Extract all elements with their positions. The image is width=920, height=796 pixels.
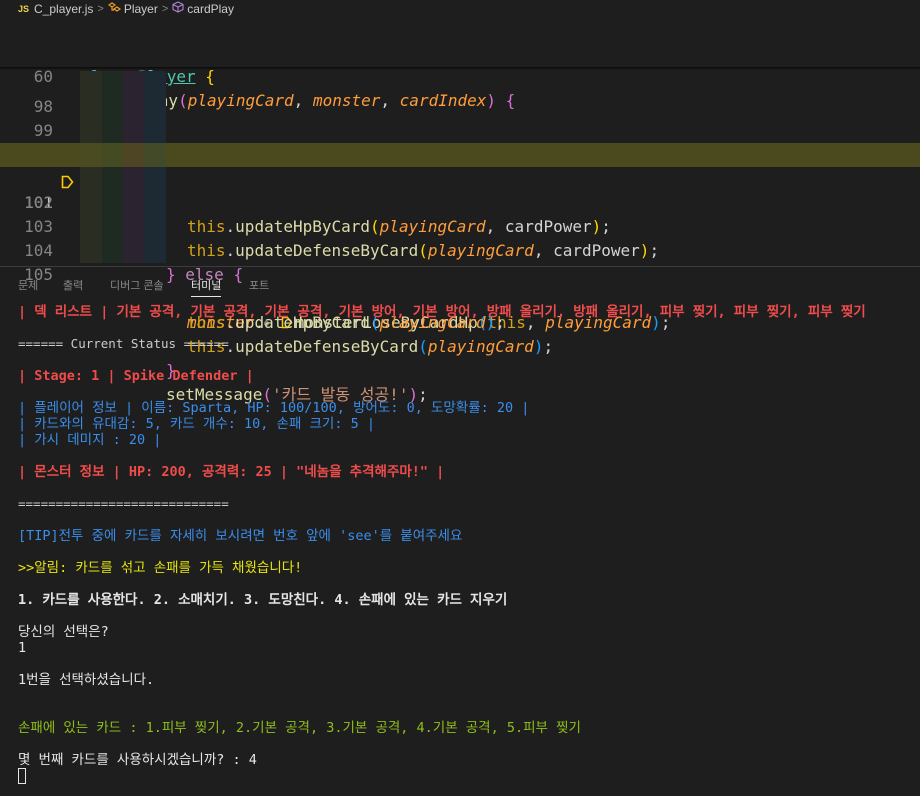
chevron-right-icon: >: [161, 2, 169, 15]
code-editor[interactable]: 6 class Player { 60 cardPlay(playingCard…: [0, 17, 920, 404]
indent-band: [102, 143, 123, 167]
code-line[interactable]: 104 }: [0, 215, 920, 380]
indent-band: [80, 119, 102, 143]
tab-terminal[interactable]: 터미널: [191, 277, 222, 297]
indent-band: [144, 95, 166, 119]
indent-band: [102, 215, 123, 239]
indent-band: [123, 215, 144, 239]
indent-band: [102, 95, 123, 119]
breadcrumb: JS C_player.js > Player > cardPlay: [0, 0, 920, 17]
panel-tabs: 문제 출력 디버그 콘솔 터미널 포트: [0, 266, 920, 297]
indent-band: [102, 239, 123, 263]
indent-band: [102, 119, 123, 143]
indent-band: [144, 71, 166, 95]
indent-band: [80, 143, 102, 167]
sticky-line[interactable]: 6 class Player {: [0, 17, 920, 86]
choice-prompt: 당신의 선택은?: [18, 624, 109, 640]
deck-list: | 덱 리스트 | 기본 공격, 기본 공격, 기본 공격, 기본 방어, 기본…: [18, 304, 866, 320]
chevron-right-icon: >: [97, 2, 104, 15]
indent-band: [144, 119, 166, 143]
hand-cards: 손패에 있는 카드 : 1.피부 찢기, 2.기본 공격, 3.기본 공격, 4…: [18, 720, 581, 736]
indent-band: [123, 143, 144, 167]
monster-info: | 몬스터 정보 | HP: 200, 공격력: 25 | "네놈을 추격해주마…: [18, 464, 445, 480]
breadcrumb-method[interactable]: cardPlay: [187, 2, 234, 16]
indent-band: [123, 119, 144, 143]
indent-band: [123, 167, 144, 191]
card-prompt: 몇 번째 카드를 사용하시겠습니까? : 4: [18, 752, 257, 768]
sticky-shadow: [0, 67, 920, 70]
indent-band: [144, 239, 166, 263]
indent-band: [123, 239, 144, 263]
indent-band: [102, 191, 123, 215]
indent-band: [80, 71, 102, 95]
code-line[interactable]: 98 this.updateHpByCard(playingCard, card…: [0, 71, 920, 236]
indent-band: [80, 239, 102, 263]
code-line[interactable]: 100 } else {: [0, 119, 920, 284]
method-icon: [172, 1, 184, 16]
tab-debug-console[interactable]: 디버그 콘솔: [110, 277, 164, 293]
terminal[interactable]: | 덱 리스트 | 기본 공격, 기본 공격, 기본 공격, 기본 방어, 기본…: [0, 298, 920, 796]
indent-band: [123, 95, 144, 119]
status-header: ====== Current Status ======: [18, 336, 229, 351]
indent-band: [144, 191, 166, 215]
code-line[interactable]: 105 setMessage('카드 발동 성공!');: [0, 239, 920, 404]
indent-band: [80, 191, 102, 215]
player-info-1: | 플레이어 정보 | 이름: Sparta, HP: 100/100, 방어도…: [18, 400, 530, 416]
javascript-file-icon: JS: [18, 3, 30, 14]
tip-text: [TIP]전투 중에 카드를 자세히 보시려면 번호 앞에 'see'를 붙여주…: [18, 528, 463, 544]
indent-band: [102, 71, 123, 95]
code-line[interactable]: 103 this.updateDefenseByCard(playingCard…: [0, 191, 920, 356]
stage-info: | Stage: 1 | Spike Defender |: [18, 368, 254, 384]
action-menu: 1. 카드를 사용한다. 2. 소매치기. 3. 도망친다. 4. 손패에 있는…: [18, 592, 508, 608]
player-info-2: | 카드와의 유대감: 5, 카드 개수: 10, 손패 크기: 5 |: [18, 416, 375, 432]
indent-band: [144, 167, 166, 191]
breadcrumb-class[interactable]: Player: [124, 2, 158, 16]
code-line-highlighted[interactable]: 101 monster. monsterLoseByCardHp(this, p…: [0, 143, 920, 332]
notice-text: >>알림: 카드를 섞고 손패를 가득 채웠습니다!: [18, 560, 303, 576]
choice-confirm: 1번을 선택하셨습니다.: [18, 672, 155, 688]
indent-band: [144, 143, 166, 167]
indent-band: [123, 191, 144, 215]
code-line[interactable]: 99 this.updateDefenseByCard(playingCard,…: [0, 95, 920, 260]
breadcrumb-file[interactable]: C_player.js: [34, 2, 93, 16]
status-divider: ============================: [18, 496, 229, 511]
tab-problems[interactable]: 문제: [18, 277, 38, 293]
indent-band: [80, 167, 102, 191]
tab-ports[interactable]: 포트: [249, 277, 269, 293]
sticky-line[interactable]: 60 cardPlay(playingCard, monster, cardIn…: [0, 41, 920, 110]
player-info-3: | 가시 데미지 : 20 |: [18, 432, 162, 448]
tab-output[interactable]: 출력: [63, 277, 83, 293]
user-input: 1: [18, 640, 27, 656]
indent-band: [80, 215, 102, 239]
indent-band: [123, 71, 144, 95]
indent-band: [144, 215, 166, 239]
code-line[interactable]: 102 this.updateHpByCard(playingCard);: [0, 167, 920, 332]
class-icon: [107, 1, 121, 16]
indent-band: [80, 95, 102, 119]
indent-band: [102, 167, 123, 191]
terminal-cursor: [18, 768, 26, 784]
